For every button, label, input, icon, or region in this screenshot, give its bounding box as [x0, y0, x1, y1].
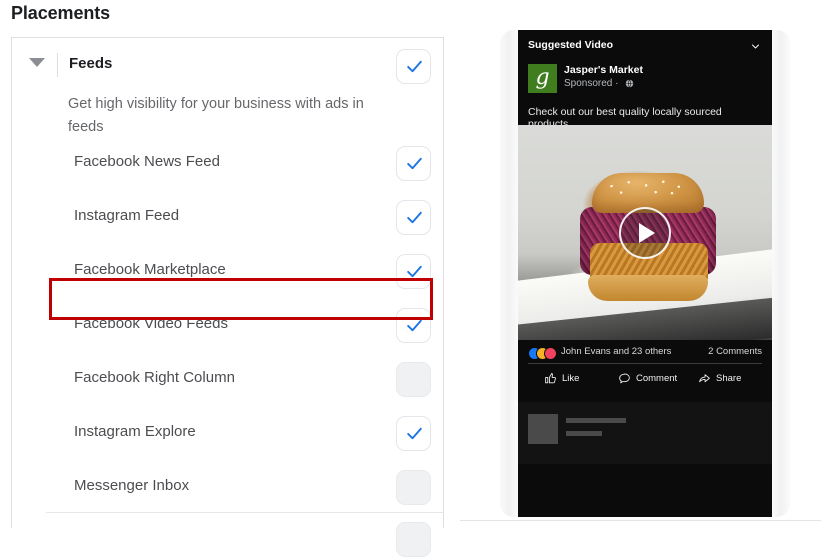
placement-label: Messenger Inbox [74, 477, 190, 494]
sponsored-label: Sponsored · [564, 78, 619, 89]
action-bar: Like Comment Share [518, 368, 772, 394]
feeds-group-description: Get high visibility for your business wi… [68, 96, 364, 135]
header-divider [57, 53, 58, 77]
placement-label: Facebook Video Feeds [74, 315, 228, 332]
comment-button[interactable]: Comment [618, 372, 677, 385]
suggested-video-label: Suggested Video [528, 39, 613, 51]
share-arrow-icon [699, 374, 710, 383]
advertiser-name: Jasper's Market [564, 64, 643, 76]
share-button[interactable]: Share [698, 372, 741, 385]
checkmark-icon [407, 319, 422, 332]
placeholder-line [566, 418, 626, 423]
placeholder-thumbnail [528, 414, 558, 444]
placement-row-facebook-right-column[interactable]: Facebook Right Column [12, 353, 445, 407]
placements-card: Feeds Get high visibility for your busin… [11, 37, 445, 557]
checkmark-icon [407, 265, 422, 278]
placement-checkbox[interactable] [396, 308, 431, 343]
play-icon[interactable] [619, 206, 671, 259]
placement-checkbox[interactable] [396, 416, 431, 451]
placement-checkbox[interactable] [396, 200, 431, 235]
feeds-group-label: Feeds [69, 55, 113, 72]
suggested-video-bar: Suggested Video [518, 30, 772, 62]
placement-checkbox[interactable] [396, 146, 431, 181]
ad-preview-panel: Suggested Video g Jasper's Market Sponso… [460, 0, 821, 528]
sponsored-text: Sponsored [564, 78, 613, 89]
placement-row-facebook-news-feed[interactable]: Facebook News Feed [12, 137, 445, 191]
like-button[interactable]: Like [544, 372, 579, 385]
engagement-divider [528, 363, 762, 364]
post-media[interactable] [518, 125, 772, 340]
comments-count[interactable]: 2 Comments [708, 346, 762, 357]
chevron-down-icon[interactable] [751, 42, 760, 51]
placement-row-instagram-explore[interactable]: Instagram Explore [12, 407, 445, 461]
comment-label: Comment [636, 373, 678, 384]
placement-checkbox[interactable] [396, 470, 431, 505]
triangle-down-icon[interactable] [29, 58, 45, 67]
phone-mockup: Suggested Video g Jasper's Market Sponso… [500, 30, 790, 517]
placement-label: Facebook News Feed [74, 153, 220, 170]
placement-checkbox[interactable] [396, 254, 431, 289]
phone-bezel-right [772, 30, 790, 517]
section-divider [46, 512, 444, 513]
phone-bezel-left [500, 30, 518, 517]
phone-screen: Suggested Video g Jasper's Market Sponso… [518, 30, 772, 517]
placement-label: Facebook Right Column [74, 369, 235, 386]
feeds-group-header[interactable]: Feeds [12, 38, 443, 92]
placement-label: Instagram Explore [74, 423, 196, 440]
globe-icon [625, 79, 634, 88]
advertiser-logo-glyph: g [535, 64, 550, 90]
engagement-text[interactable]: John Evans and 23 others [561, 346, 671, 357]
next-post-placeholder [518, 402, 772, 464]
checkmark-icon [407, 211, 422, 224]
placement-label: Instagram Feed [74, 207, 180, 224]
checkmark-icon [407, 157, 422, 170]
preview-underline [460, 520, 821, 521]
next-section-checkbox[interactable] [396, 522, 431, 557]
placeholder-line [566, 431, 602, 436]
placement-row-instagram-feed[interactable]: Instagram Feed [12, 191, 445, 245]
placements-panel: Placements Feeds Get high visibility for… [0, 0, 460, 557]
checkmark-icon [407, 427, 422, 440]
play-triangle [639, 222, 655, 243]
checkmark-icon [407, 60, 422, 73]
engagement-bar: John Evans and 23 others 2 Comments [518, 340, 772, 364]
thumbs-up-icon [545, 372, 556, 384]
comment-bubble-icon [619, 373, 630, 384]
placement-checkbox[interactable] [396, 362, 431, 397]
advertiser-block: g Jasper's Market Sponsored · [518, 62, 772, 99]
bun-bottom-shape [588, 275, 708, 301]
love-reaction-icon [544, 347, 557, 360]
page-title: Placements [11, 3, 111, 23]
advertiser-logo: g [528, 64, 557, 93]
placement-row-facebook-marketplace[interactable]: Facebook Marketplace [12, 245, 445, 299]
feeds-group-checkbox[interactable] [396, 49, 431, 84]
like-label: Like [562, 373, 580, 384]
share-label: Share [716, 373, 742, 384]
placement-row-messenger-inbox[interactable]: Messenger Inbox [12, 461, 445, 515]
placement-label: Facebook Marketplace [74, 261, 226, 278]
placement-row-facebook-video-feeds[interactable]: Facebook Video Feeds [12, 299, 445, 353]
sponsored-separator: · [615, 78, 619, 89]
